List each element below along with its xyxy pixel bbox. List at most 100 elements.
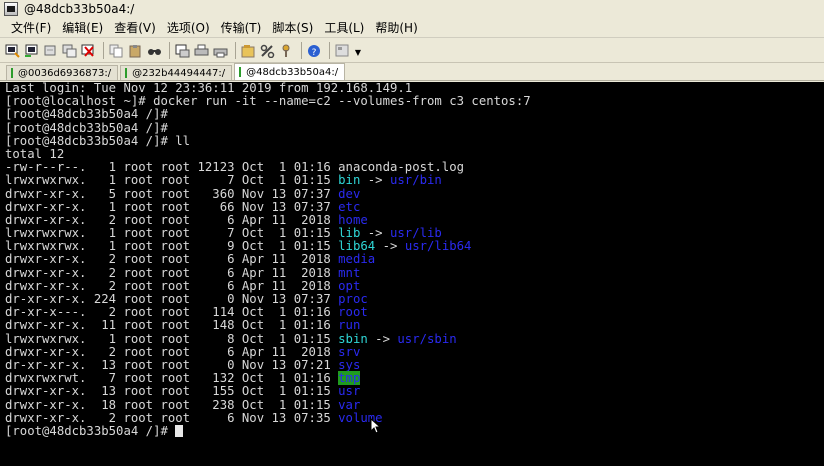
tab-session-2[interactable]: @232b44494447:/ xyxy=(120,65,233,80)
menu-options[interactable]: 选项(O) xyxy=(162,19,215,36)
tab-label: @232b44494447:/ xyxy=(132,67,226,79)
app-icon xyxy=(4,2,18,16)
toolbar-separator xyxy=(329,42,330,59)
file-info: drwxr-xr-x. 2 root root 6 Nov 13 07:35 xyxy=(5,410,339,425)
reconnect-icon[interactable] xyxy=(42,42,59,59)
find-icon[interactable] xyxy=(146,42,163,59)
menu-file[interactable]: 文件(F) xyxy=(6,19,56,36)
print-setup-icon[interactable] xyxy=(174,42,191,59)
link-target: usr/bin xyxy=(390,173,442,188)
file-name: tmp xyxy=(338,371,361,386)
tab-session-3[interactable]: @48dcb33b50a4:/ xyxy=(234,63,346,80)
file-name: opt xyxy=(338,278,361,293)
file-name: lib xyxy=(338,226,361,241)
connected-status-icon xyxy=(125,68,128,78)
print-icon[interactable] xyxy=(193,42,210,59)
file-info: drwxr-xr-x. 11 root root 148 Oct 1 01:16 xyxy=(5,318,339,333)
mouse-pointer-icon xyxy=(370,418,380,434)
file-name: sys xyxy=(338,357,361,372)
file-info: lrwxrwxrwx. 1 root root 7 Oct 1 01:15 xyxy=(5,226,339,241)
menu-tools[interactable]: 工具(L) xyxy=(319,19,369,36)
session-options-icon[interactable] xyxy=(240,42,257,59)
prompt-text: [root@48dcb33b50a4 /]# xyxy=(5,423,176,438)
tab-label: @0036d6936873:/ xyxy=(18,67,112,79)
file-info: drwxr-xr-x. 18 root root 238 Oct 1 01:15 xyxy=(5,397,339,412)
menu-script[interactable]: 脚本(S) xyxy=(267,19,318,36)
window-title: @48dcb33b50a4:/ xyxy=(24,2,135,16)
file-info: drwxr-xr-x. 5 root root 360 Nov 13 07:37 xyxy=(5,186,339,201)
help-icon[interactable]: ? xyxy=(306,42,323,59)
connected-status-icon xyxy=(239,67,242,77)
file-name: sbin xyxy=(338,331,368,346)
toolbar-separator xyxy=(103,42,104,59)
menu-transfer[interactable]: 传输(T) xyxy=(216,19,267,36)
key-icon[interactable] xyxy=(278,42,295,59)
file-info: drwxr-xr-x. 2 root root 6 Apr 11 2018 xyxy=(5,265,339,280)
global-options-icon[interactable] xyxy=(259,42,276,59)
file-name: root xyxy=(338,305,368,320)
file-name: run xyxy=(338,318,361,333)
toolbar: ? ▼ xyxy=(0,39,824,63)
toolbar-separator xyxy=(301,42,302,59)
file-name: var xyxy=(338,397,361,412)
file-name: dev xyxy=(338,186,361,201)
terminal-line: [root@48dcb33b50a4 /]# xyxy=(5,120,168,135)
clone-icon[interactable] xyxy=(61,42,78,59)
file-info: drwxr-xr-x. 2 root root 6 Apr 11 2018 xyxy=(5,252,339,267)
tab-label: @48dcb33b50a4:/ xyxy=(246,66,339,78)
toolbar-separator xyxy=(169,42,170,59)
open-icon[interactable] xyxy=(23,42,40,59)
link-target: usr/sbin xyxy=(397,331,457,346)
file-info: drwxr-xr-x. 1 root root 66 Nov 13 07:37 xyxy=(5,199,339,214)
file-name: media xyxy=(338,252,376,267)
file-info: dr-xr-x---. 2 root root 114 Oct 1 01:16 xyxy=(5,305,339,320)
svg-text:?: ? xyxy=(312,48,317,58)
file-name: usr xyxy=(338,384,361,399)
paste-icon[interactable] xyxy=(127,42,144,59)
link-arrow: -> xyxy=(375,239,405,254)
link-target: usr/lib64 xyxy=(404,239,472,254)
title-bar: @48dcb33b50a4:/ xyxy=(0,0,824,18)
link-arrow: -> xyxy=(360,173,390,188)
file-info: drwxr-xr-x. 13 root root 155 Oct 1 01:15 xyxy=(5,384,339,399)
file-name: bin xyxy=(338,173,361,188)
print-screen-icon[interactable] xyxy=(212,42,229,59)
menu-help[interactable]: 帮助(H) xyxy=(370,19,422,36)
tab-session-1[interactable]: @0036d6936873:/ xyxy=(6,65,119,80)
connected-status-icon xyxy=(11,68,13,78)
file-name: anaconda-post.log xyxy=(338,160,465,175)
file-name: home xyxy=(338,212,368,227)
menu-view[interactable]: 查看(V) xyxy=(109,19,161,36)
file-info: dr-xr-xr-x. 13 root root 0 Nov 13 07:21 xyxy=(5,357,339,372)
menu-edit[interactable]: 编辑(E) xyxy=(57,19,108,36)
file-info: dr-xr-xr-x. 224 root root 0 Nov 13 07:37 xyxy=(5,292,339,306)
toolbar-overflow-icon[interactable]: ▼ xyxy=(353,45,363,57)
menu-bar: 文件(F) 编辑(E) 查看(V) 选项(O) 传输(T) 脚本(S) 工具(L… xyxy=(0,18,824,38)
file-info: drwxr-xr-x. 2 root root 6 Apr 11 2018 xyxy=(5,344,339,359)
session-tabs: @0036d6936873:/ @232b44494447:/ @48dcb33… xyxy=(0,63,824,81)
new-session-icon[interactable] xyxy=(4,42,21,59)
file-info: drwxr-xr-x. 2 root root 6 Apr 11 2018 xyxy=(5,278,339,293)
copy-icon[interactable] xyxy=(108,42,125,59)
toolbar-separator xyxy=(235,42,236,59)
terminal-line: [root@48dcb33b50a4 /]# xyxy=(5,107,168,122)
file-name: srv xyxy=(338,344,361,359)
terminal-output[interactable]: Last login: Tue Nov 12 23:36:11 2019 fro… xyxy=(0,82,824,466)
link-arrow: -> xyxy=(367,331,398,346)
terminal-prompt-line: [root@48dcb33b50a4 /]# xyxy=(5,423,824,438)
file-info: -rw-r--r--. 1 root root 12123 Oct 1 01:1… xyxy=(5,160,339,175)
layout-icon[interactable] xyxy=(334,42,351,59)
file-name: etc xyxy=(338,199,361,214)
file-info: drwxr-xr-x. 2 root root 6 Apr 11 2018 xyxy=(5,212,339,227)
file-name: lib64 xyxy=(338,239,376,254)
terminal-line: [root@48dcb33b50a4 /]# ll xyxy=(5,133,191,148)
text-cursor xyxy=(175,424,184,437)
link-arrow: -> xyxy=(360,226,390,241)
link-target: usr/lib xyxy=(390,226,442,241)
file-name: mnt xyxy=(338,265,361,280)
disconnect-icon[interactable] xyxy=(80,42,97,59)
file-info: lrwxrwxrwx. 1 root root 9 Oct 1 01:15 xyxy=(5,239,339,254)
file-info: lrwxrwxrwx. 1 root root 7 Oct 1 01:15 xyxy=(5,173,339,188)
file-name: proc xyxy=(338,292,368,306)
file-info: lrwxrwxrwx. 1 root root 8 Oct 1 01:15 xyxy=(5,331,339,346)
